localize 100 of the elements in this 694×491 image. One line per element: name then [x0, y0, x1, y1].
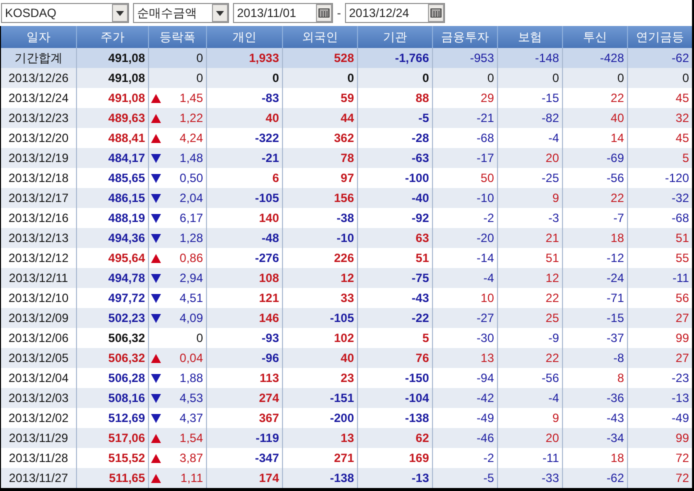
table-cell-text: 1,28: [180, 230, 203, 247]
table-cell: -63: [358, 148, 433, 168]
table-cell: 511,65: [77, 468, 149, 488]
table-cell: -69: [563, 148, 628, 168]
market-dropdown[interactable]: KOSDAQ: [1, 3, 129, 23]
table-cell: 2013/12/03: [1, 388, 77, 408]
table-cell-text: 0: [196, 330, 203, 347]
table-cell-text: -120: [664, 170, 690, 187]
table-cell-text: -32: [670, 190, 690, 207]
calendar-icon[interactable]: [316, 4, 332, 22]
table-cell: 13: [433, 348, 498, 368]
table-cell: -4: [498, 388, 563, 408]
table-cell-text: 5: [681, 150, 690, 167]
table-cell-text: 6,17: [180, 210, 203, 227]
table-cell: -138: [283, 468, 358, 488]
table-cell: -15: [563, 308, 628, 328]
table-cell-text: 27: [674, 310, 690, 327]
table-cell: -34: [563, 428, 628, 448]
table-cell: -21: [433, 108, 498, 128]
table-cell-text: 55: [674, 250, 690, 267]
table-cell: -46: [433, 428, 498, 448]
table-cell: 274: [207, 388, 283, 408]
table-cell: 486,15: [77, 188, 149, 208]
table-cell: 0: [207, 68, 283, 88]
table-cell: 76: [358, 348, 433, 368]
table-cell-text: -49: [670, 410, 690, 427]
table-cell: -105: [207, 188, 283, 208]
table-cell: -20: [433, 228, 498, 248]
measure-dropdown[interactable]: 순매수금액: [133, 3, 229, 23]
table-cell: -5: [433, 468, 498, 488]
table-cell: -82: [498, 108, 563, 128]
table-cell-text: 1,11: [180, 470, 203, 487]
table-cell: -33: [498, 468, 563, 488]
table-cell: 40: [563, 108, 628, 128]
table-cell-text: -11: [672, 270, 690, 287]
table-cell: 13: [283, 428, 358, 448]
table-cell-text: 4,37: [180, 410, 203, 427]
table-cell-text: 51: [674, 230, 690, 247]
table-cell: 517,06: [77, 428, 149, 448]
table-cell: -62: [563, 468, 628, 488]
table-cell: 174: [207, 468, 283, 488]
table-cell: 506,32: [77, 348, 149, 368]
table-cell: -36: [563, 388, 628, 408]
table-cell-text: 72: [674, 470, 690, 487]
table-cell: 12: [498, 268, 563, 288]
table-cell: 22: [498, 348, 563, 368]
table-cell-text: 99: [674, 330, 690, 347]
end-date-field[interactable]: 2013/12/24: [345, 3, 445, 23]
table-cell: -8: [563, 348, 628, 368]
table-cell: 156: [283, 188, 358, 208]
table-cell: -119: [207, 428, 283, 448]
calendar-icon[interactable]: [428, 4, 444, 22]
table-cell-text: 2,04: [180, 190, 203, 207]
table-cell: 62: [358, 428, 433, 448]
table-cell-text: 1,88: [180, 370, 203, 387]
table-cell: -13: [358, 468, 433, 488]
table-cell: 22: [563, 188, 628, 208]
table-cell: 0: [358, 68, 433, 88]
table-cell: 20: [498, 148, 563, 168]
table-cell: 2013/11/29: [1, 428, 77, 448]
table-cell: 9: [498, 188, 563, 208]
table-cell: 108: [207, 268, 283, 288]
table-cell-text: 1,22: [180, 110, 203, 127]
table-cell-text: 99: [674, 430, 690, 447]
table-cell: -40: [358, 188, 433, 208]
table-cell: -42: [433, 388, 498, 408]
table-cell: 508,16: [77, 388, 149, 408]
table-cell-text: 3,87: [180, 450, 203, 467]
table-cell-text: 2,94: [180, 270, 203, 287]
table-cell: 2013/12/05: [1, 348, 77, 368]
column-header[interactable]: 연기금등: [628, 26, 692, 48]
table-cell-text: 45: [674, 130, 690, 147]
table-cell-text: 32: [674, 110, 690, 127]
table-cell: -96: [207, 348, 283, 368]
table-cell: 484,17: [77, 148, 149, 168]
table-cell-text: 1,48: [180, 150, 203, 167]
start-date-field[interactable]: 2013/11/01: [233, 3, 333, 23]
table-cell-text: 45: [674, 90, 690, 107]
table-cell-text: 1,54: [180, 430, 203, 447]
table-cell-text: 72: [674, 450, 690, 467]
table-cell-text: 27: [674, 350, 690, 367]
table-cell: 2013/12/09: [1, 308, 77, 328]
table-cell: -48: [207, 228, 283, 248]
table-cell: -27: [433, 308, 498, 328]
table-cell: -21: [207, 148, 283, 168]
table-cell-text: 0: [681, 70, 690, 87]
table-cell-text: 4,53: [180, 390, 203, 407]
table-cell: -151: [283, 388, 358, 408]
table-cell-text: -62: [670, 50, 690, 67]
table-cell: 40: [207, 108, 283, 128]
table-cell-text: 0: [196, 70, 203, 87]
table-cell: -4: [433, 268, 498, 288]
table-cell-text: 4,51: [180, 290, 203, 307]
table-cell: 502,23: [77, 308, 149, 328]
table-cell-text: 4,09: [180, 310, 203, 327]
table-cell: 20: [498, 428, 563, 448]
table-cell: 489,63: [77, 108, 149, 128]
table-cell-text: 0,04: [180, 350, 203, 367]
table-cell: -104: [358, 388, 433, 408]
table-cell-text: 0,50: [180, 170, 203, 187]
